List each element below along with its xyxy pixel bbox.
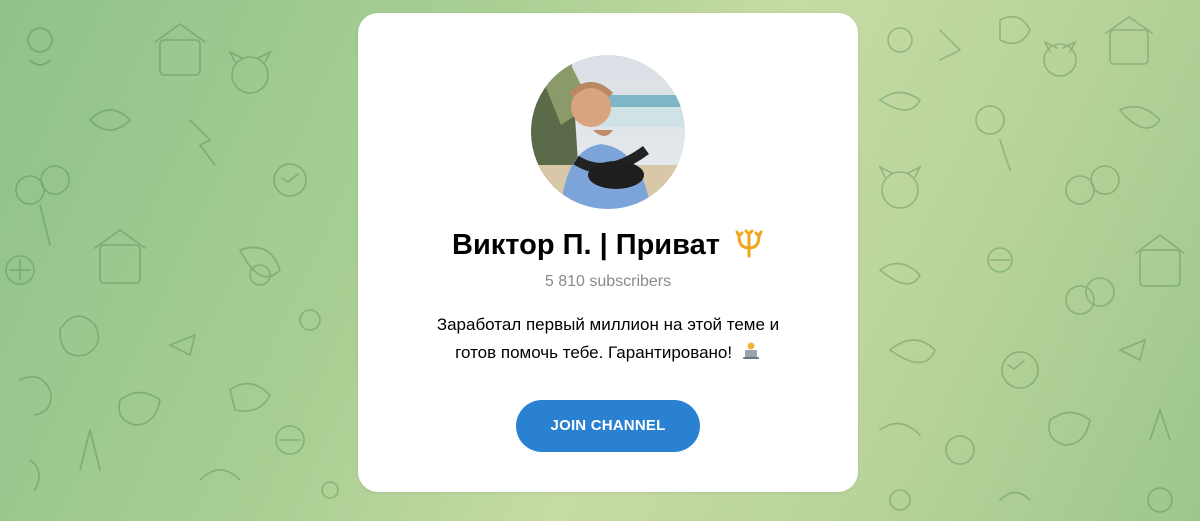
join-channel-button[interactable]: JOIN CHANNEL	[516, 400, 700, 452]
subscriber-count: 5 810 subscribers	[544, 273, 672, 290]
channel-description: Заработал первый миллион на этой теме и …	[388, 311, 828, 367]
channel-avatar	[531, 55, 685, 209]
laptop-person-icon	[742, 342, 759, 359]
channel-title-text: Виктор П. | Приват	[452, 229, 720, 261]
channel-card: Виктор П. | Приват 5 810 subscribers Зар…	[358, 13, 858, 492]
trident-icon	[735, 229, 763, 258]
description-line-2: готов помочь тебе. Гарантировано!	[455, 343, 733, 362]
description-line-1: Заработал первый миллион на этой теме и	[436, 315, 780, 334]
channel-title: Виктор П. | Приват	[358, 227, 858, 263]
avatar-photo	[531, 55, 685, 209]
